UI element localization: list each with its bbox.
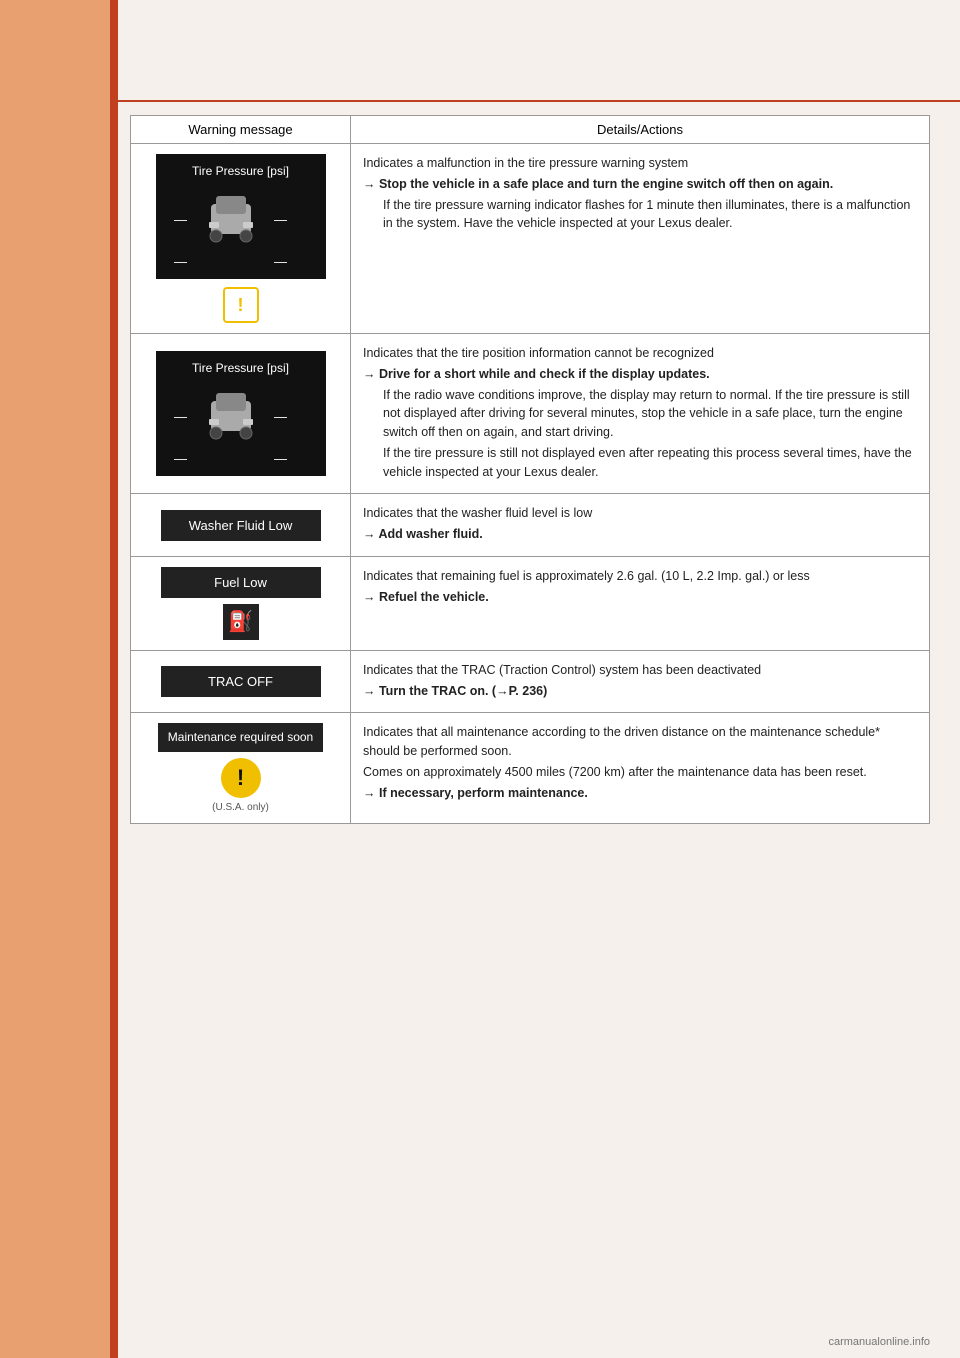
maint-warning-icon: ! (221, 758, 261, 798)
tire-pressure-display-2: Tire Pressure [psi] — — (156, 351, 326, 476)
tire-val-rr-2: — (274, 451, 287, 466)
details-cell-tire-info: Indicates that the tire position informa… (351, 334, 930, 494)
details-cell-washer: Indicates that the washer fluid level is… (351, 494, 930, 557)
detail-extra-3: If the tire pressure is still not displa… (383, 444, 917, 482)
details-cell-maint: Indicates that all maintenance according… (351, 713, 930, 824)
left-accent (110, 0, 118, 1358)
maint-usa-only: (U.S.A. only) (143, 802, 338, 813)
details-cell-fuel: Indicates that remaining fuel is approxi… (351, 556, 930, 650)
detail-extra: If the tire pressure warning indicator f… (383, 196, 917, 234)
tire-val-fr: — (274, 212, 287, 227)
warning-cell-tire-malfunction: Tire Pressure [psi] — — (131, 144, 351, 334)
table-row: TRAC OFF Indicates that the TRAC (Tracti… (131, 650, 930, 713)
fuel-low-display: Fuel Low (161, 567, 321, 598)
warning-cell-washer: Washer Fluid Low (131, 494, 351, 557)
car-svg-1 (201, 184, 261, 254)
washer-fluid-display: Washer Fluid Low (161, 510, 321, 541)
maint-detail-text: Indicates that all maintenance according… (363, 723, 917, 761)
tire-val-fl-2: — (174, 409, 187, 424)
col-header-warning: Warning message (131, 116, 351, 144)
warning-cell-trac: TRAC OFF (131, 650, 351, 713)
trac-off-label: TRAC OFF (208, 674, 273, 689)
watermark: carmanualonline.info (828, 1336, 930, 1348)
warning-cell-fuel: Fuel Low ⛽ (131, 556, 351, 650)
warning-exclamation-icon: ! (223, 287, 259, 323)
details-cell-trac: Indicates that the TRAC (Traction Contro… (351, 650, 930, 713)
warning-cell-maint: Maintenance required soon ! (U.S.A. only… (131, 713, 351, 824)
trac-detail-text: Indicates that the TRAC (Traction Contro… (363, 661, 917, 680)
fuel-detail-arrow: → Refuel the vehicle. (363, 588, 917, 607)
tire-grid-1: — — — — (166, 184, 316, 269)
tire-val-fr-2: — (274, 409, 287, 424)
tire-val-rl-2: — (174, 451, 187, 466)
fuel-pump-icon: ⛽ (223, 604, 259, 640)
table-row: Tire Pressure [psi] — — (131, 334, 930, 494)
tire-val-rl: — (174, 254, 187, 269)
detail-text: Indicates a malfunction in the tire pres… (363, 154, 917, 173)
left-bar (0, 0, 110, 1358)
table-row: Fuel Low ⛽ Indicates that remaining fuel… (131, 556, 930, 650)
detail-text-2: Indicates that the tire position informa… (363, 344, 917, 363)
car-svg-2 (201, 381, 261, 451)
col-header-details: Details/Actions (351, 116, 930, 144)
maint-label: Maintenance required soon (168, 730, 313, 744)
table-row: Washer Fluid Low Indicates that the wash… (131, 494, 930, 557)
maint-detail-text-2: Comes on approximately 4500 miles (7200 … (363, 763, 917, 782)
tire-grid-2: — — — — (166, 381, 316, 466)
table-row: Tire Pressure [psi] — — (131, 144, 930, 334)
detail-arrow: → Stop the vehicle in a safe place and t… (363, 175, 917, 194)
tire-val-rr: — (274, 254, 287, 269)
tire-val-fl: — (174, 212, 187, 227)
top-line (118, 100, 960, 102)
tire-display-title-2: Tire Pressure [psi] (166, 361, 316, 375)
maint-detail-arrow: → If necessary, perform maintenance. (363, 784, 917, 803)
warning-table: Warning message Details/Actions Tire Pre… (130, 115, 930, 824)
warning-cell-tire-info: Tire Pressure [psi] — — (131, 334, 351, 494)
maint-display: Maintenance required soon (158, 723, 323, 752)
details-cell-tire-malfunction: Indicates a malfunction in the tire pres… (351, 144, 930, 334)
trac-off-display: TRAC OFF (161, 666, 321, 697)
washer-detail-arrow: → Add washer fluid. (363, 525, 917, 544)
fuel-detail-text: Indicates that remaining fuel is approxi… (363, 567, 917, 586)
table-row: Maintenance required soon ! (U.S.A. only… (131, 713, 930, 824)
tire-pressure-display-1: Tire Pressure [psi] — — (156, 154, 326, 279)
tire-display-title-1: Tire Pressure [psi] (166, 164, 316, 178)
washer-fluid-label: Washer Fluid Low (189, 518, 293, 533)
fuel-low-label: Fuel Low (214, 575, 267, 590)
detail-arrow-2: → Drive for a short while and check if t… (363, 365, 917, 384)
trac-detail-arrow: → Turn the TRAC on. (→P. 236) (363, 682, 917, 701)
content-area: Warning message Details/Actions Tire Pre… (130, 115, 930, 1298)
detail-extra-2: If the radio wave conditions improve, th… (383, 386, 917, 442)
washer-detail-text: Indicates that the washer fluid level is… (363, 504, 917, 523)
